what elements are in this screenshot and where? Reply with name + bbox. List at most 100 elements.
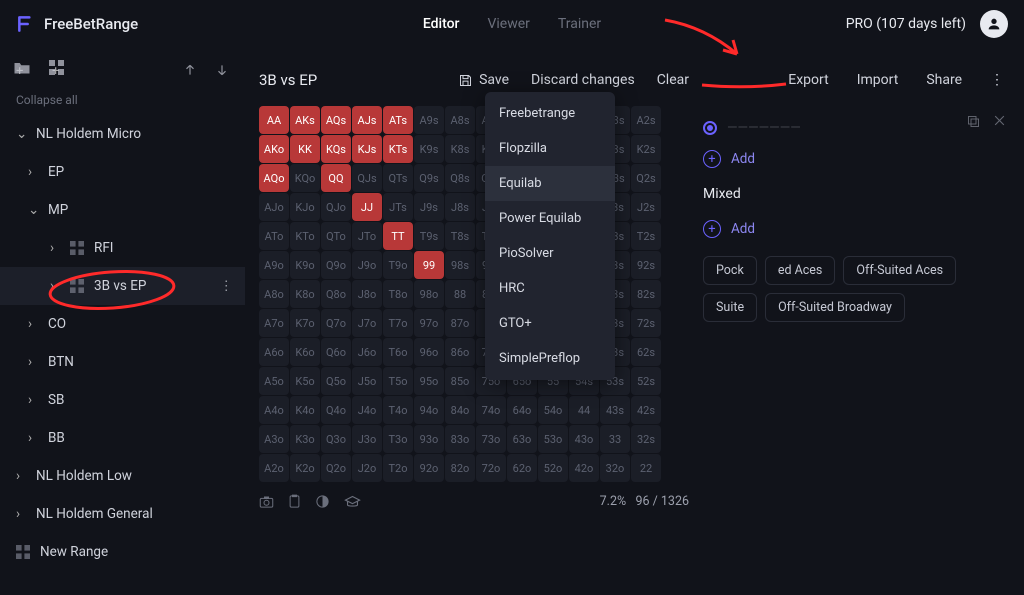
- hand-cell[interactable]: J9o: [352, 251, 382, 279]
- hand-cell[interactable]: 97o: [414, 309, 444, 337]
- share-button[interactable]: Share: [926, 72, 962, 88]
- hand-cell[interactable]: 84o: [445, 396, 475, 424]
- export-option[interactable]: Equilab: [485, 166, 615, 201]
- hand-cell[interactable]: 62s: [631, 338, 661, 366]
- tree-subitem[interactable]: › RFI: [0, 229, 245, 267]
- hand-cell[interactable]: Q4o: [321, 396, 351, 424]
- hand-cell[interactable]: 92s: [631, 251, 661, 279]
- new-grid-button[interactable]: +: [52, 60, 67, 79]
- hand-cell[interactable]: J5o: [352, 367, 382, 395]
- hand-cell[interactable]: 63o: [507, 425, 537, 453]
- hand-cell[interactable]: K8s: [445, 135, 475, 163]
- hand-cell[interactable]: T9s: [414, 222, 444, 250]
- hand-cell[interactable]: A9s: [414, 106, 444, 134]
- tree-item[interactable]: ›CO: [0, 305, 245, 343]
- hand-cell[interactable]: Q8s: [445, 164, 475, 192]
- hand-cell[interactable]: T2o: [383, 454, 413, 482]
- nav-editor[interactable]: Editor: [423, 16, 460, 32]
- hand-cell[interactable]: KTs: [383, 135, 413, 163]
- hand-cell[interactable]: 43o: [569, 425, 599, 453]
- hand-cell[interactable]: Q9o: [321, 251, 351, 279]
- tree-item[interactable]: ›EP: [0, 153, 245, 191]
- hand-cell[interactable]: 64o: [507, 396, 537, 424]
- hand-cell[interactable]: J8s: [445, 193, 475, 221]
- hand-cell[interactable]: 94o: [414, 396, 444, 424]
- chip[interactable]: Pock: [703, 256, 757, 285]
- hand-cell[interactable]: T3o: [383, 425, 413, 453]
- action-radio[interactable]: ———————: [703, 120, 1010, 136]
- tree-item[interactable]: ›BTN: [0, 343, 245, 381]
- hand-cell[interactable]: 44: [569, 396, 599, 424]
- hand-cell[interactable]: KQo: [290, 164, 320, 192]
- hand-cell[interactable]: Q5o: [321, 367, 351, 395]
- hand-cell[interactable]: KQs: [321, 135, 351, 163]
- hand-cell[interactable]: 32s: [631, 425, 661, 453]
- hand-cell[interactable]: 32o: [600, 454, 630, 482]
- camera-icon[interactable]: [259, 495, 274, 508]
- hand-cell[interactable]: 72s: [631, 309, 661, 337]
- tree-item[interactable]: ›BB: [0, 419, 245, 457]
- tree-group[interactable]: ›NL Holdem General: [0, 495, 245, 533]
- hand-cell[interactable]: 88: [445, 280, 475, 308]
- hand-cell[interactable]: QJs: [352, 164, 382, 192]
- hand-cell[interactable]: A5o: [259, 367, 289, 395]
- hand-cell[interactable]: 62o: [507, 454, 537, 482]
- hand-cell[interactable]: Q6o: [321, 338, 351, 366]
- avatar[interactable]: [980, 10, 1008, 38]
- save-button[interactable]: Save: [458, 72, 509, 88]
- chip[interactable]: Suite: [703, 293, 757, 322]
- hand-cell[interactable]: 43s: [600, 396, 630, 424]
- export-option[interactable]: Freebetrange: [485, 96, 615, 131]
- hand-cell[interactable]: J4o: [352, 396, 382, 424]
- import-button[interactable]: Import: [857, 72, 899, 88]
- hand-cell[interactable]: T9o: [383, 251, 413, 279]
- new-range-button[interactable]: New Range: [0, 533, 245, 571]
- hand-cell[interactable]: A8o: [259, 280, 289, 308]
- hand-cell[interactable]: T8o: [383, 280, 413, 308]
- hand-cell[interactable]: K3o: [290, 425, 320, 453]
- hand-cell[interactable]: Q9s: [414, 164, 444, 192]
- hand-cell[interactable]: 85o: [445, 367, 475, 395]
- collapse-all[interactable]: Collapse all: [0, 89, 245, 115]
- hand-cell[interactable]: A2o: [259, 454, 289, 482]
- hand-cell[interactable]: T5o: [383, 367, 413, 395]
- hand-cell[interactable]: 95o: [414, 367, 444, 395]
- chip[interactable]: Off-Suited Broadway: [765, 293, 905, 322]
- chip[interactable]: ed Aces: [765, 256, 836, 285]
- kebab-icon[interactable]: ⋮: [990, 72, 1004, 88]
- export-option[interactable]: SimplePreflop: [485, 341, 615, 376]
- tree-subitem-selected[interactable]: › 3B vs EP ⋮: [0, 267, 245, 305]
- hand-cell[interactable]: KTo: [290, 222, 320, 250]
- graduation-icon[interactable]: [344, 495, 361, 508]
- export-option[interactable]: HRC: [485, 271, 615, 306]
- hand-cell[interactable]: 54o: [538, 396, 568, 424]
- new-folder-button[interactable]: +: [16, 60, 34, 79]
- hand-cell[interactable]: AJs: [352, 106, 382, 134]
- hand-cell[interactable]: K8o: [290, 280, 320, 308]
- hand-cell[interactable]: K5o: [290, 367, 320, 395]
- hand-cell[interactable]: 96o: [414, 338, 444, 366]
- hand-cell[interactable]: Q3o: [321, 425, 351, 453]
- hand-cell[interactable]: K9s: [414, 135, 444, 163]
- hand-cell[interactable]: T8s: [445, 222, 475, 250]
- hand-cell[interactable]: AJo: [259, 193, 289, 221]
- hand-cell[interactable]: Q2o: [321, 454, 351, 482]
- hand-cell[interactable]: A7o: [259, 309, 289, 337]
- hand-cell[interactable]: A9o: [259, 251, 289, 279]
- hand-cell[interactable]: 98o: [414, 280, 444, 308]
- hand-cell[interactable]: JJ: [352, 193, 382, 221]
- hand-cell[interactable]: J8o: [352, 280, 382, 308]
- hand-cell[interactable]: K7o: [290, 309, 320, 337]
- export-option[interactable]: PioSolver: [485, 236, 615, 271]
- clipboard-icon[interactable]: [288, 494, 301, 509]
- hand-cell[interactable]: T6o: [383, 338, 413, 366]
- copy-icon[interactable]: [966, 114, 981, 129]
- arrow-up-icon[interactable]: [183, 63, 197, 77]
- hand-cell[interactable]: 82s: [631, 280, 661, 308]
- hand-cell[interactable]: A4o: [259, 396, 289, 424]
- discard-button[interactable]: Discard changes: [531, 72, 635, 88]
- hand-cell[interactable]: QJo: [321, 193, 351, 221]
- hand-cell[interactable]: J7o: [352, 309, 382, 337]
- hand-cell[interactable]: 53o: [538, 425, 568, 453]
- tree-item[interactable]: ⌄MP: [0, 191, 245, 229]
